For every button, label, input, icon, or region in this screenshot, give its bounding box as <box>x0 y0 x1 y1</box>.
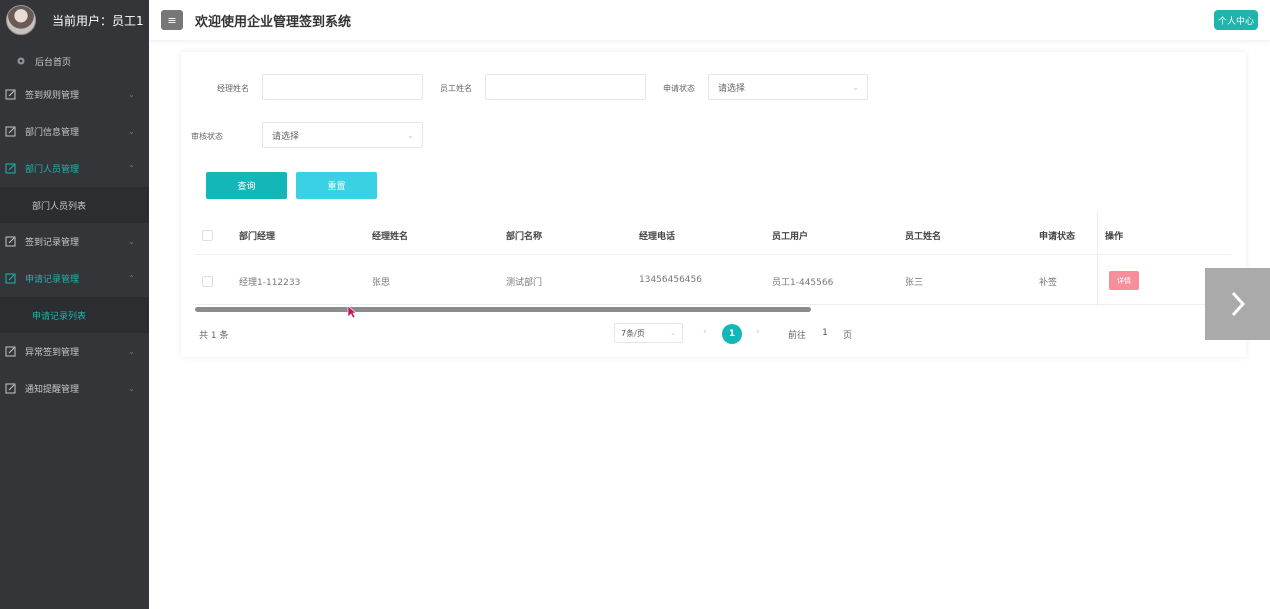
row-checkbox[interactable] <box>202 276 213 287</box>
sidebar-item-label: 申请记录管理 <box>25 275 80 285</box>
chevron-right-icon <box>1231 291 1245 317</box>
sidebar-subitem-label: 申请记录列表 <box>32 311 87 322</box>
page-size-select[interactable]: 7条/页 ⌄ <box>614 323 683 343</box>
edit-icon <box>4 235 17 248</box>
sidebar-item-label: 部门信息管理 <box>25 128 80 138</box>
sidebar-subitem-dept-staff-list[interactable]: 部门人员列表 <box>0 187 149 223</box>
prev-page-icon[interactable]: ‹ <box>703 327 707 337</box>
current-user-label: 当前用户：员工1 <box>52 13 144 28</box>
edit-icon <box>4 125 17 138</box>
sidebar-item-label: 部门人员管理 <box>25 165 80 175</box>
page-size-value: 7条/页 <box>621 328 645 338</box>
query-button[interactable]: 查询 <box>206 172 287 199</box>
main-card: 经理姓名 员工姓名 申请状态 请选择 ⌄ 审核状态 请选择 ⌄ 查询 重置 部门… <box>181 52 1246 357</box>
chevron-down-icon: ⌄ <box>670 329 676 337</box>
sidebar-item-checkin-rules[interactable]: 签到规则管理 ⌄ <box>0 76 149 113</box>
reset-button[interactable]: 重置 <box>296 172 377 199</box>
scrollbar-thumb[interactable] <box>195 307 811 312</box>
sidebar-item-notifications[interactable]: 通知提醒管理 ⌄ <box>0 370 149 407</box>
edit-icon <box>4 162 17 175</box>
top-header: ≡ 欢迎使用企业管理签到系统 个人中心 <box>149 0 1270 40</box>
fixed-column-divider <box>1097 212 1098 307</box>
sidebar-nav: 后台首页 签到规则管理 ⌄ 部门信息管理 ⌄ 部门人员管理 ⌃ 部门人员列表 签… <box>0 46 149 407</box>
sidebar-item-checkin-records[interactable]: 签到记录管理 ⌄ <box>0 223 149 260</box>
manager-name-label: 经理姓名 <box>217 84 249 93</box>
gear-icon <box>14 55 27 68</box>
column-header: 员工用户 <box>772 232 809 242</box>
sidebar-item-label: 通知提醒管理 <box>25 385 80 395</box>
menu-toggle-button[interactable]: ≡ <box>161 10 183 30</box>
next-page-icon[interactable]: › <box>756 327 760 337</box>
column-header: 经理电话 <box>639 232 676 242</box>
chevron-down-icon: ⌄ <box>407 130 414 140</box>
user-box: 当前用户：员工1 <box>0 0 149 40</box>
chevron-down-icon: ⌄ <box>128 127 135 136</box>
table-cell: 员工1-445566 <box>772 278 834 288</box>
sidebar-item-apply-records[interactable]: 申请记录管理 ⌃ <box>0 260 149 297</box>
sidebar-item-label: 异常签到管理 <box>25 348 80 358</box>
employee-name-input[interactable] <box>485 74 646 100</box>
sidebar-item-label: 签到记录管理 <box>25 238 80 248</box>
sidebar-item-home[interactable]: 后台首页 <box>0 46 149 76</box>
column-header: 申请状态 <box>1039 232 1076 242</box>
page-title: 欢迎使用企业管理签到系统 <box>195 14 352 30</box>
chevron-down-icon: ⌄ <box>128 347 135 356</box>
manager-name-input[interactable] <box>262 74 423 100</box>
avatar[interactable] <box>6 5 36 35</box>
edit-icon <box>4 382 17 395</box>
row-divider <box>195 254 1231 255</box>
apply-status-label: 申请状态 <box>663 84 695 93</box>
table-cell: 张思 <box>372 278 391 288</box>
mouse-cursor-icon <box>347 305 357 319</box>
goto-page-input[interactable]: 1 <box>814 323 836 343</box>
table-cell: 测试部门 <box>506 278 543 288</box>
review-status-label: 审核状态 <box>191 132 223 141</box>
chevron-down-icon: ⌄ <box>128 90 135 99</box>
apply-status-value: 请选择 <box>718 83 746 94</box>
column-header: 部门经理 <box>239 232 276 242</box>
table-cell: 经理1-112233 <box>239 278 301 288</box>
apply-status-select[interactable]: 请选择 ⌄ <box>708 74 868 100</box>
goto-suffix: 页 <box>843 331 853 341</box>
sidebar-item-abnormal-checkin[interactable]: 异常签到管理 ⌄ <box>0 333 149 370</box>
column-header: 部门名称 <box>506 232 543 242</box>
goto-label: 前往 <box>788 331 807 341</box>
detail-button[interactable]: 详情 <box>1109 271 1139 290</box>
column-header: 操作 <box>1105 232 1124 242</box>
select-all-checkbox[interactable] <box>202 230 213 241</box>
page-number-current[interactable]: 1 <box>722 324 742 344</box>
column-header: 经理姓名 <box>372 232 409 242</box>
chevron-up-icon: ⌃ <box>128 274 135 283</box>
sidebar-item-dept-staff[interactable]: 部门人员管理 ⌃ <box>0 150 149 187</box>
table-cell: 张三 <box>905 278 924 288</box>
chevron-up-icon: ⌃ <box>128 164 135 173</box>
sidebar: 当前用户：员工1 后台首页 签到规则管理 ⌄ 部门信息管理 ⌄ 部门人员管理 ⌃… <box>0 0 149 609</box>
sidebar-subitem-apply-records-list[interactable]: 申请记录列表 <box>0 297 149 333</box>
review-status-select[interactable]: 请选择 ⌄ <box>262 122 423 148</box>
sidebar-subitem-label: 部门人员列表 <box>32 201 87 212</box>
employee-name-label: 员工姓名 <box>440 84 472 93</box>
total-count: 共 1 条 <box>199 331 229 341</box>
table-cell: 补签 <box>1039 278 1058 288</box>
edit-icon <box>4 345 17 358</box>
hamburger-icon: ≡ <box>167 13 177 27</box>
table-cell: 13456456456 <box>639 275 702 285</box>
next-slide-button[interactable] <box>1205 268 1270 340</box>
chevron-down-icon: ⌄ <box>852 82 859 92</box>
profile-center-button[interactable]: 个人中心 <box>1213 10 1258 30</box>
edit-icon <box>4 88 17 101</box>
edit-icon <box>4 272 17 285</box>
chevron-down-icon: ⌄ <box>128 384 135 393</box>
chevron-down-icon: ⌄ <box>128 237 135 246</box>
sidebar-item-label: 后台首页 <box>35 57 72 68</box>
review-status-value: 请选择 <box>272 131 300 142</box>
column-header: 员工姓名 <box>905 232 942 242</box>
sidebar-item-dept-info[interactable]: 部门信息管理 ⌄ <box>0 113 149 150</box>
sidebar-item-label: 签到规则管理 <box>25 91 80 101</box>
